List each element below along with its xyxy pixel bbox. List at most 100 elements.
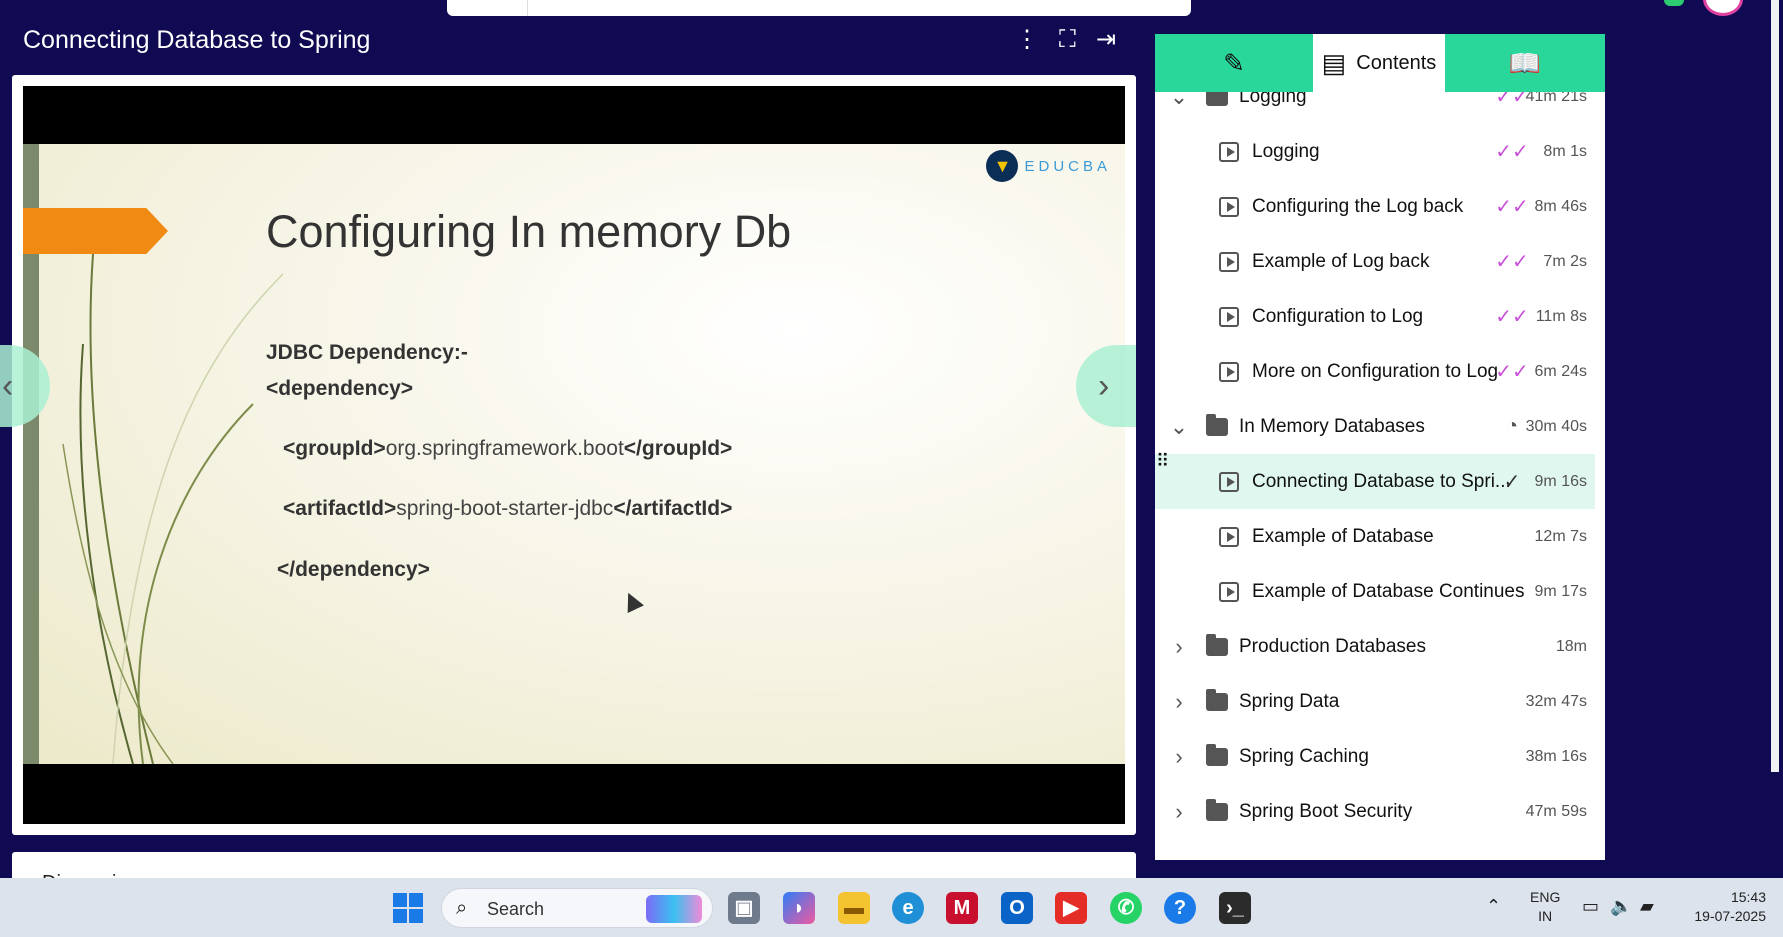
fullscreen-icon[interactable]: ⛶ (1059, 28, 1076, 52)
panel-tabs: ✎ ▤ Contents 📖 (1155, 34, 1605, 92)
outlook-icon[interactable]: O (1001, 892, 1033, 924)
video-lesson-icon (1219, 141, 1239, 162)
completed-check-icon: ✓✓ (1495, 251, 1529, 273)
row-duration: 41m 21s (1525, 92, 1587, 105)
edge-icon[interactable]: e (892, 892, 924, 924)
educba-logo: ▼ EDUCBA (986, 150, 1111, 182)
task-view-icon[interactable]: ▣ (728, 892, 760, 924)
drag-handle-icon[interactable]: ⠿ (1156, 452, 1172, 470)
contents-icon: ▤ (1321, 48, 1347, 78)
section-row[interactable]: › Spring Caching 38m 16s (1155, 729, 1595, 784)
folder-icon (1206, 743, 1228, 766)
slide-title: Configuring In memory Db (266, 206, 792, 257)
completed-check-icon: ✓✓ (1495, 92, 1529, 108)
row-label: Configuring the Log back (1252, 195, 1464, 217)
language-indicator[interactable]: ENG IN (1530, 888, 1560, 926)
section-row[interactable]: › Production Databases 18m (1155, 619, 1595, 674)
youtube-icon[interactable]: ▶ (1055, 892, 1087, 924)
educba-logo-icon: ▼ (986, 150, 1019, 182)
chevron-down-icon[interactable]: ⌄ (1169, 92, 1189, 110)
tab-ai-assistant[interactable]: ✎ (1155, 34, 1313, 92)
lesson-title: Connecting Database to Spring (23, 26, 371, 54)
lesson-row[interactable]: Configuration to Log ✓✓ 11m 8s (1155, 289, 1595, 344)
video-lesson-icon (1219, 361, 1239, 382)
video-lesson-icon (1219, 526, 1239, 547)
lesson-row[interactable]: Example of Database 12m 7s (1155, 509, 1595, 564)
notification-icon[interactable] (1664, 0, 1684, 6)
row-duration: 47m 59s (1525, 802, 1587, 820)
slide-line: <dependency> (266, 377, 414, 400)
completed-check-icon: ✓✓ (1495, 361, 1529, 383)
row-duration: 32m 47s (1525, 692, 1587, 710)
search-icon: ⌕ (456, 897, 468, 919)
search-highlight-icon (646, 895, 702, 923)
lesson-row[interactable]: Example of Database Continues 9m 17s (1155, 564, 1595, 619)
slide-line: <groupId>org.springframework.boot</group… (283, 437, 733, 460)
volume-icon[interactable]: 🔈 (1610, 896, 1632, 917)
course-contents-panel: ✎ ▤ Contents 📖 ⌄ Logging ✓✓ 41m 21s Logging ✓… (1155, 34, 1605, 860)
windows-start-button[interactable] (393, 893, 423, 923)
lesson-row[interactable]: More on Configuration to Log ✓✓ 6m 24s (1155, 344, 1595, 399)
video-lesson-icon (1219, 471, 1239, 492)
folder-icon (1206, 413, 1228, 436)
row-label: More on Configuration to Log (1252, 360, 1499, 382)
lesson-row[interactable]: Connecting Database to Spri... ✓ 9m 16s (1155, 454, 1595, 509)
battery-icon[interactable]: ▰ (1640, 896, 1654, 917)
folder-icon (1206, 688, 1228, 711)
help-icon[interactable]: ? (1164, 892, 1196, 924)
row-label: Connecting Database to Spri... (1252, 470, 1511, 492)
page-scrollbar[interactable] (1771, 0, 1779, 878)
check-icon: ✓ (1503, 471, 1521, 493)
lesson-row[interactable]: Example of Log back ✓✓ 7m 2s (1155, 234, 1595, 289)
scrollbar-thumb[interactable] (1771, 0, 1779, 772)
folder-icon (1206, 798, 1228, 821)
network-icon[interactable]: ▭ (1582, 896, 1599, 917)
taskbar-search[interactable]: ⌕ Search (441, 888, 713, 928)
lesson-row[interactable]: Configuring the Log back ✓✓ 8m 46s (1155, 179, 1595, 234)
mcafee-icon[interactable]: M (946, 892, 978, 924)
tab-contents-label: Contents (1356, 51, 1437, 74)
site-search-bar[interactable] (447, 0, 1191, 16)
row-duration: 9m 17s (1534, 582, 1587, 600)
slide-line: </dependency> (277, 558, 430, 581)
section-row[interactable]: ⌄ In Memory Databases ◔ 30m 40s (1155, 399, 1595, 454)
chevron-right-icon[interactable]: › (1169, 744, 1189, 770)
collapse-panel-icon[interactable]: ⇥ (1096, 28, 1116, 52)
video-lesson-icon (1219, 581, 1239, 602)
row-duration: 12m 7s (1534, 527, 1587, 545)
row-label: Example of Database (1252, 525, 1434, 547)
chevron-right-icon[interactable]: › (1169, 799, 1189, 825)
book-icon: 📖 (1508, 48, 1542, 78)
video-player[interactable]: ▼ EDUCBA Configuring In memory Db JDBC D… (23, 86, 1125, 824)
video-lesson-icon (1219, 196, 1239, 217)
more-options-icon[interactable]: ⋮ (1015, 28, 1039, 52)
contents-list: ⌄ Logging ✓✓ 41m 21s Logging ✓✓ 8m 1s Configuri… (1155, 92, 1605, 860)
section-row[interactable]: › Spring Data 32m 47s (1155, 674, 1595, 729)
row-label: Spring Data (1239, 690, 1340, 712)
terminal-icon[interactable]: ›_ (1219, 892, 1251, 924)
section-row[interactable]: ⌄ Logging ✓✓ 41m 21s (1155, 92, 1595, 124)
chevron-up-icon[interactable]: ⌃ (1486, 896, 1501, 917)
chevron-right-icon[interactable]: › (1169, 634, 1189, 660)
section-row[interactable]: › Spring Boot Security 47m 59s (1155, 784, 1595, 839)
whatsapp-icon[interactable]: ✆ (1110, 892, 1142, 924)
system-clock[interactable]: 15:43 19-07-2025 (1682, 888, 1766, 926)
row-duration: 18m (1555, 637, 1587, 655)
video-lesson-icon (1219, 251, 1239, 272)
folder-icon (1206, 92, 1228, 106)
tab-contents[interactable]: ▤ Contents (1313, 34, 1445, 92)
copilot-icon[interactable]: ◗ (783, 892, 815, 924)
completed-check-icon: ✓✓ (1495, 306, 1529, 328)
lesson-row[interactable]: Logging ✓✓ 8m 1s (1155, 124, 1595, 179)
clock-time: 15:43 (1730, 889, 1766, 905)
chevron-right-icon[interactable]: › (1169, 689, 1189, 715)
tab-notes[interactable]: 📖 (1445, 34, 1605, 92)
chevron-down-icon[interactable]: ⌄ (1169, 414, 1189, 440)
row-duration: 8m 46s (1534, 197, 1587, 215)
row-label: Logging (1239, 92, 1307, 107)
row-label: Spring Boot Security (1239, 800, 1413, 822)
user-avatar[interactable] (1703, 0, 1743, 16)
completed-check-icon: ✓✓ (1495, 141, 1529, 163)
row-duration: 8m 1s (1543, 142, 1587, 160)
file-explorer-icon[interactable]: ▬ (838, 892, 870, 924)
